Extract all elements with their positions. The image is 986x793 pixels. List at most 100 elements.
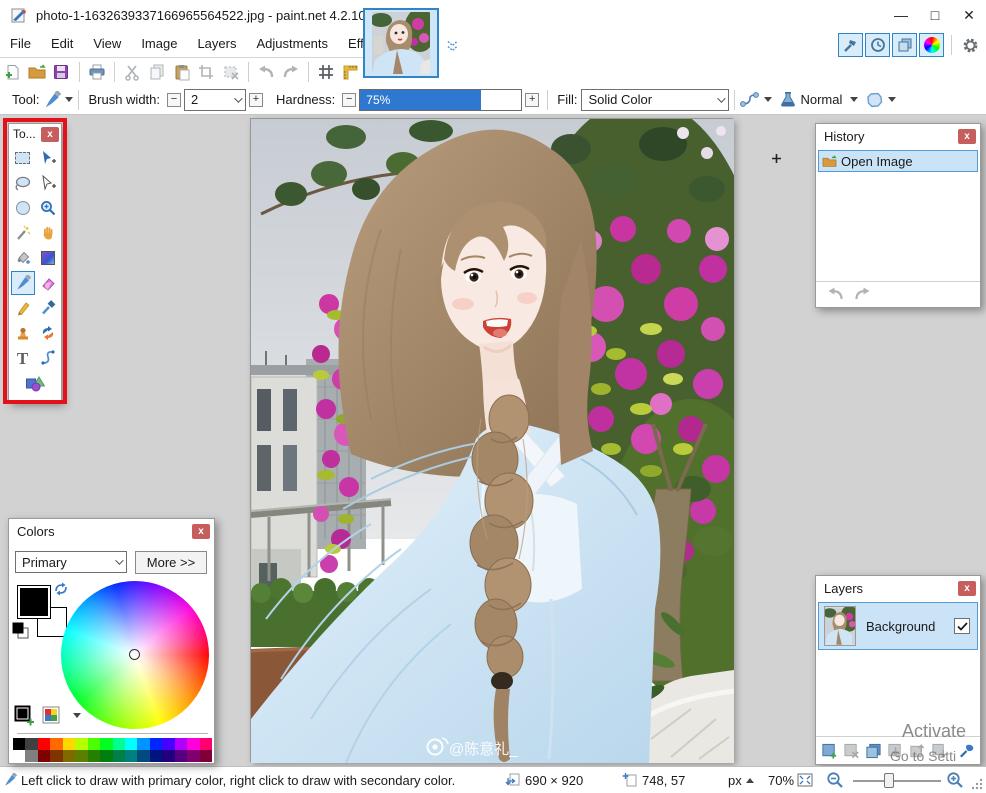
tool-rectangle-select[interactable] xyxy=(11,146,35,170)
tool-zoom[interactable] xyxy=(36,196,60,220)
history-item-open-image[interactable]: Open Image xyxy=(818,150,978,172)
palette-swatch[interactable] xyxy=(13,738,25,750)
zoom-slider-thumb[interactable] xyxy=(884,773,894,788)
hardness-slider[interactable]: 75% xyxy=(359,89,522,111)
tool-paint-bucket[interactable] xyxy=(11,246,35,270)
current-tool-button[interactable] xyxy=(43,91,73,109)
primary-color-swatch[interactable] xyxy=(17,585,51,619)
palette-swatch[interactable] xyxy=(113,738,125,750)
crop-button[interactable] xyxy=(194,60,219,84)
palette-swatch[interactable] xyxy=(137,738,149,750)
minimize-button[interactable]: — xyxy=(884,0,918,30)
color-wheel[interactable] xyxy=(61,581,209,729)
palette-swatch[interactable] xyxy=(63,750,75,762)
more-button[interactable]: More >> xyxy=(135,551,207,574)
palette-swatch[interactable] xyxy=(175,738,187,750)
tools-panel-close[interactable]: x xyxy=(41,127,59,142)
menu-layers[interactable]: Layers xyxy=(187,31,246,56)
maximize-button[interactable]: □ xyxy=(918,0,952,30)
palette-swatch[interactable] xyxy=(38,738,50,750)
swap-colors-icon[interactable] xyxy=(53,581,69,597)
move-layer-down-button[interactable] xyxy=(931,742,948,760)
layers-window-toggle[interactable] xyxy=(892,33,917,57)
tool-recolor[interactable] xyxy=(36,321,60,345)
color-mode-combo[interactable]: Primary xyxy=(15,551,127,573)
palette-swatch[interactable] xyxy=(150,750,162,762)
tool-move-selection[interactable] xyxy=(36,146,60,170)
palette-swatch[interactable] xyxy=(150,738,162,750)
default-colors-swatch[interactable] xyxy=(12,622,29,639)
tool-shapes[interactable] xyxy=(23,371,47,395)
zoom-to-window-button[interactable] xyxy=(796,767,814,793)
color-wheel-selector[interactable] xyxy=(129,649,140,660)
palette-swatch[interactable] xyxy=(63,738,75,750)
ruler-button[interactable] xyxy=(339,60,364,84)
redo-button[interactable] xyxy=(278,60,303,84)
palette-swatch[interactable] xyxy=(125,738,137,750)
menu-edit[interactable]: Edit xyxy=(41,31,83,56)
move-layer-up-button[interactable] xyxy=(909,742,926,760)
undo-button[interactable] xyxy=(254,60,279,84)
copy-button[interactable] xyxy=(145,60,170,84)
paste-button[interactable] xyxy=(169,60,194,84)
settings-button[interactable] xyxy=(959,34,981,56)
tab-list-chevron[interactable] xyxy=(446,40,459,52)
tool-paintbrush[interactable] xyxy=(11,271,35,295)
palette-swatch[interactable] xyxy=(137,750,149,762)
palette-swatch[interactable] xyxy=(25,750,37,762)
history-panel-close[interactable]: x xyxy=(958,129,976,144)
close-button[interactable]: ✕ xyxy=(952,0,986,30)
tool-magic-wand[interactable] xyxy=(11,221,35,245)
palette-swatch[interactable] xyxy=(113,750,125,762)
tool-color-picker[interactable] xyxy=(36,296,60,320)
deselect-button[interactable] xyxy=(218,60,243,84)
tool-gradient[interactable] xyxy=(36,246,60,270)
blend-mode-button[interactable]: Normal xyxy=(780,91,858,108)
zoom-slider-track[interactable] xyxy=(853,780,941,782)
colors-panel-close[interactable]: x xyxy=(192,524,210,539)
palette-swatch[interactable] xyxy=(75,750,87,762)
palette-swatch[interactable] xyxy=(50,738,62,750)
hardness-decrease[interactable]: − xyxy=(342,93,356,107)
tools-window-toggle[interactable] xyxy=(838,33,863,57)
resize-grip[interactable] xyxy=(971,778,983,790)
palette-swatch[interactable] xyxy=(125,750,137,762)
palette-swatch[interactable] xyxy=(200,750,212,762)
image-tab[interactable] xyxy=(363,8,439,78)
brush-width-combo[interactable]: 2 xyxy=(184,89,246,111)
duplicate-layer-button[interactable] xyxy=(865,742,882,760)
brush-width-decrease[interactable]: − xyxy=(167,93,181,107)
palette-swatch[interactable] xyxy=(100,738,112,750)
palette-swatch[interactable] xyxy=(200,738,212,750)
menu-file[interactable]: File xyxy=(0,31,41,56)
add-color-button[interactable] xyxy=(14,705,35,726)
layer-properties-button[interactable] xyxy=(958,742,975,760)
undo-icon[interactable] xyxy=(826,287,845,302)
layer-visibility-checkbox[interactable] xyxy=(954,618,970,634)
palette-swatch[interactable] xyxy=(50,750,62,762)
palette-swatch[interactable] xyxy=(88,750,100,762)
palette-swatch[interactable] xyxy=(162,738,174,750)
layer-item-background[interactable]: Background xyxy=(818,602,978,650)
open-file-button[interactable] xyxy=(25,60,50,84)
merge-layer-down-button[interactable] xyxy=(887,742,904,760)
palette-menu-button[interactable] xyxy=(42,706,62,726)
tool-pan[interactable] xyxy=(36,221,60,245)
palette-swatch[interactable] xyxy=(187,738,199,750)
selection-mode-button[interactable] xyxy=(866,91,896,109)
units-dropdown[interactable]: px xyxy=(728,767,754,793)
print-button[interactable] xyxy=(85,60,110,84)
palette-swatch[interactable] xyxy=(13,750,25,762)
palette-swatch[interactable] xyxy=(162,750,174,762)
tool-ellipse-select[interactable] xyxy=(11,196,35,220)
layers-panel-close[interactable]: x xyxy=(958,581,976,596)
palette-swatch[interactable] xyxy=(175,750,187,762)
tool-pencil[interactable] xyxy=(11,296,35,320)
cut-button[interactable] xyxy=(120,60,145,84)
history-window-toggle[interactable] xyxy=(865,33,890,57)
zoom-in-button[interactable] xyxy=(946,767,964,793)
palette-swatch[interactable] xyxy=(25,738,37,750)
tool-clone-stamp[interactable] xyxy=(11,321,35,345)
tool-eraser[interactable] xyxy=(36,271,60,295)
add-layer-button[interactable] xyxy=(821,742,838,760)
